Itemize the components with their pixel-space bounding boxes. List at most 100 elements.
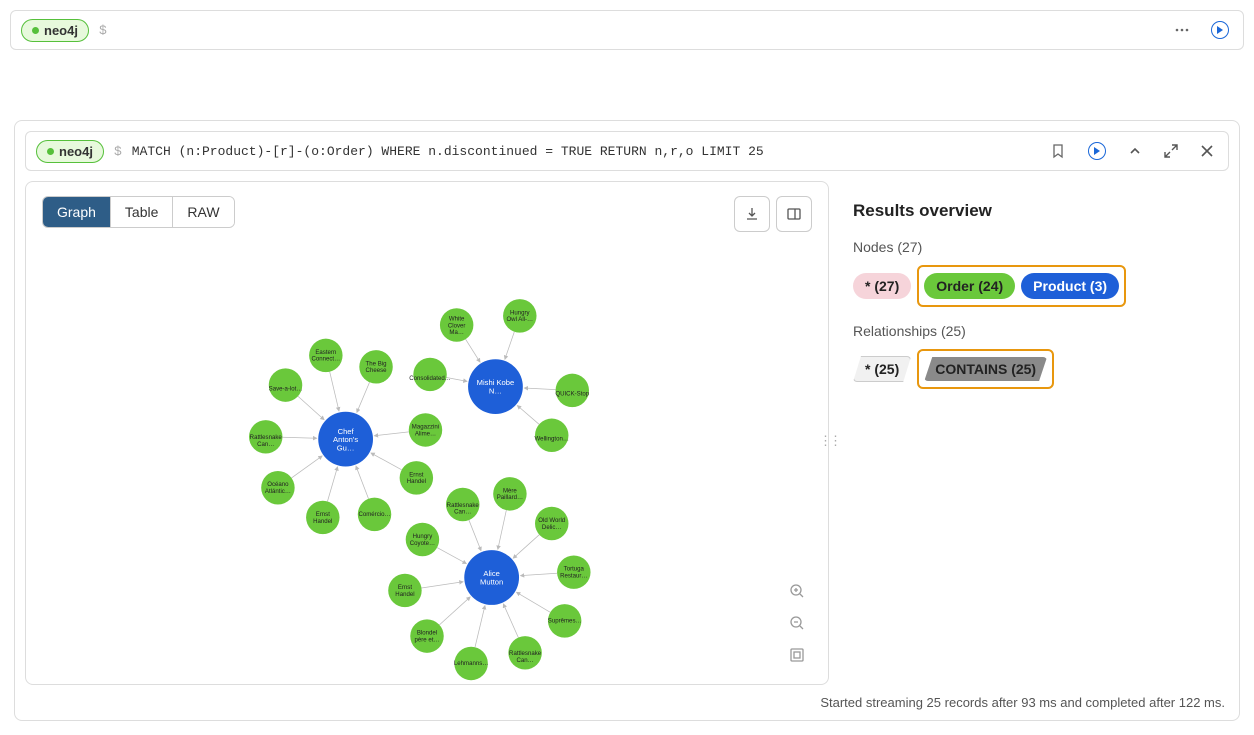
tab-graph[interactable]: Graph [43,197,110,227]
svg-text:QUICK-Stop: QUICK-Stop [555,391,589,398]
query-text: MATCH (n:Product)-[r]-(o:Order) WHERE n.… [132,144,764,159]
pill-all-rel[interactable]: * (25) [853,356,911,382]
order-node[interactable]: QUICK-Stop [555,374,589,407]
svg-text:Mère: Mère [503,487,517,494]
product-node[interactable]: AliceMutton [464,550,519,605]
svg-text:Suprêmes…: Suprêmes… [548,617,582,624]
order-node[interactable]: Consolidated… [409,358,451,391]
highlight-rel-types: CONTAINS (25) [917,349,1054,389]
pill-contains[interactable]: CONTAINS (25) [924,357,1047,381]
highlight-node-labels: Order (24) Product (3) [917,265,1126,307]
order-node[interactable]: HungryCoyote… [406,523,439,556]
close-button[interactable] [1196,140,1218,162]
more-options-button[interactable] [1169,17,1195,43]
rel-label: Relationships (25) [853,323,1205,339]
collapse-button[interactable] [1124,140,1146,162]
tab-table[interactable]: Table [110,197,172,227]
svg-text:Mutton: Mutton [480,577,503,586]
order-node[interactable]: Lehmanns… [454,647,488,680]
view-tabs: Graph Table RAW [42,196,235,228]
svg-text:Handel: Handel [407,478,426,485]
run-query-button[interactable] [1207,17,1233,43]
svg-text:Ernst: Ernst [316,511,330,518]
order-node[interactable]: EasternConnect… [309,339,342,372]
product-node[interactable]: Mishi KobeN… [468,359,523,414]
svg-text:Wellington…: Wellington… [535,436,569,443]
svg-text:Clover: Clover [448,322,466,329]
svg-text:Hungry: Hungry [510,309,531,316]
pill-order[interactable]: Order (24) [924,273,1015,299]
status-dot-icon [47,148,54,155]
svg-text:Atlántic…: Atlántic… [265,488,291,495]
svg-text:Can…: Can… [454,509,471,516]
svg-text:Magazzini: Magazzini [412,423,439,430]
svg-text:Old World: Old World [538,517,565,524]
db-badge-inner[interactable]: neo4j [36,140,104,163]
overview-title: Results overview [853,201,1205,221]
bookmark-button[interactable] [1046,139,1070,163]
download-button[interactable] [734,196,770,232]
svg-text:Gu…: Gu… [337,443,355,452]
order-node[interactable]: Suprêmes… [548,604,582,637]
order-node[interactable]: RattlesnakeCan… [446,488,479,521]
db-badge[interactable]: neo4j [21,19,89,42]
play-icon [1088,142,1106,160]
order-node[interactable]: MèrePaillard… [493,477,526,510]
pill-all-nodes[interactable]: * (27) [853,273,911,299]
order-node[interactable]: Comércio… [358,498,391,531]
order-node[interactable]: Save-a-lot… [269,368,303,401]
svg-text:Ma…: Ma… [449,329,464,336]
order-node[interactable]: Old WorldDelic… [535,507,568,540]
tab-raw[interactable]: RAW [172,197,233,227]
order-node[interactable]: OcéanoAtlántic… [261,471,294,504]
product-node[interactable]: ChefAnton'sGu… [318,412,373,467]
status-dot-icon [32,27,39,34]
drag-handle-icon[interactable]: ⋮⋮ [819,433,839,449]
order-node[interactable]: TortugaRestaur… [557,555,590,588]
order-node[interactable]: WhiteCloverMa… [440,308,473,341]
zoom-in-button[interactable] [782,576,812,606]
svg-text:Connect…: Connect… [311,356,340,363]
graph-panel[interactable]: Graph Table RAW EasternConnect…The BigCh… [25,181,829,685]
svg-text:Owl All-…: Owl All-… [506,316,533,323]
order-node[interactable]: RattlesnakeCan… [249,420,282,453]
order-node[interactable]: ErnstHandel [400,461,433,494]
svg-text:Cheese: Cheese [366,367,388,374]
svg-text:White: White [449,315,465,322]
svg-text:Ernst: Ernst [409,471,423,478]
order-node[interactable]: Wellington… [535,419,569,452]
svg-text:Can…: Can… [517,657,534,664]
svg-text:Handel: Handel [395,591,414,598]
order-node[interactable]: The BigCheese [359,350,392,383]
order-node[interactable]: ErnstHandel [388,574,421,607]
order-node[interactable]: Blondelpère et… [410,619,443,652]
pill-product[interactable]: Product (3) [1021,273,1119,299]
rerun-button[interactable] [1084,138,1110,164]
svg-text:Rattlesnake: Rattlesnake [509,650,542,657]
svg-text:Eastern: Eastern [315,349,336,356]
svg-text:Paillard…: Paillard… [497,494,523,501]
svg-text:Blondel: Blondel [417,630,437,637]
svg-text:Hungry: Hungry [413,533,434,540]
panel-toggle-button[interactable] [776,196,812,232]
order-node[interactable]: MagazziniAlime… [409,413,442,446]
order-node[interactable]: RattlesnakeCan… [508,636,541,669]
card-header: neo4j $ MATCH (n:Product)-[r]-(o:Order) … [25,131,1229,171]
svg-text:N…: N… [489,386,502,395]
svg-text:Rattlesnake: Rattlesnake [250,434,283,441]
zoom-out-button[interactable] [782,608,812,638]
order-node[interactable]: ErnstHandel [306,501,339,534]
svg-text:Alime…: Alime… [415,430,436,437]
svg-text:The Big: The Big [366,360,387,367]
result-card: neo4j $ MATCH (n:Product)-[r]-(o:Order) … [14,120,1240,721]
zoom-fit-button[interactable] [782,640,812,670]
order-node[interactable]: HungryOwl All-… [503,299,536,332]
play-icon [1211,21,1229,39]
expand-button[interactable] [1160,140,1182,162]
top-query-bar: neo4j $ [10,10,1244,50]
stream-status: Started streaming 25 records after 93 ms… [15,695,1225,710]
svg-text:Lehmanns…: Lehmanns… [454,660,488,667]
svg-text:Consolidated…: Consolidated… [409,375,451,382]
prompt-inner: $ [114,144,122,159]
svg-text:Restaur…: Restaur… [560,573,587,580]
